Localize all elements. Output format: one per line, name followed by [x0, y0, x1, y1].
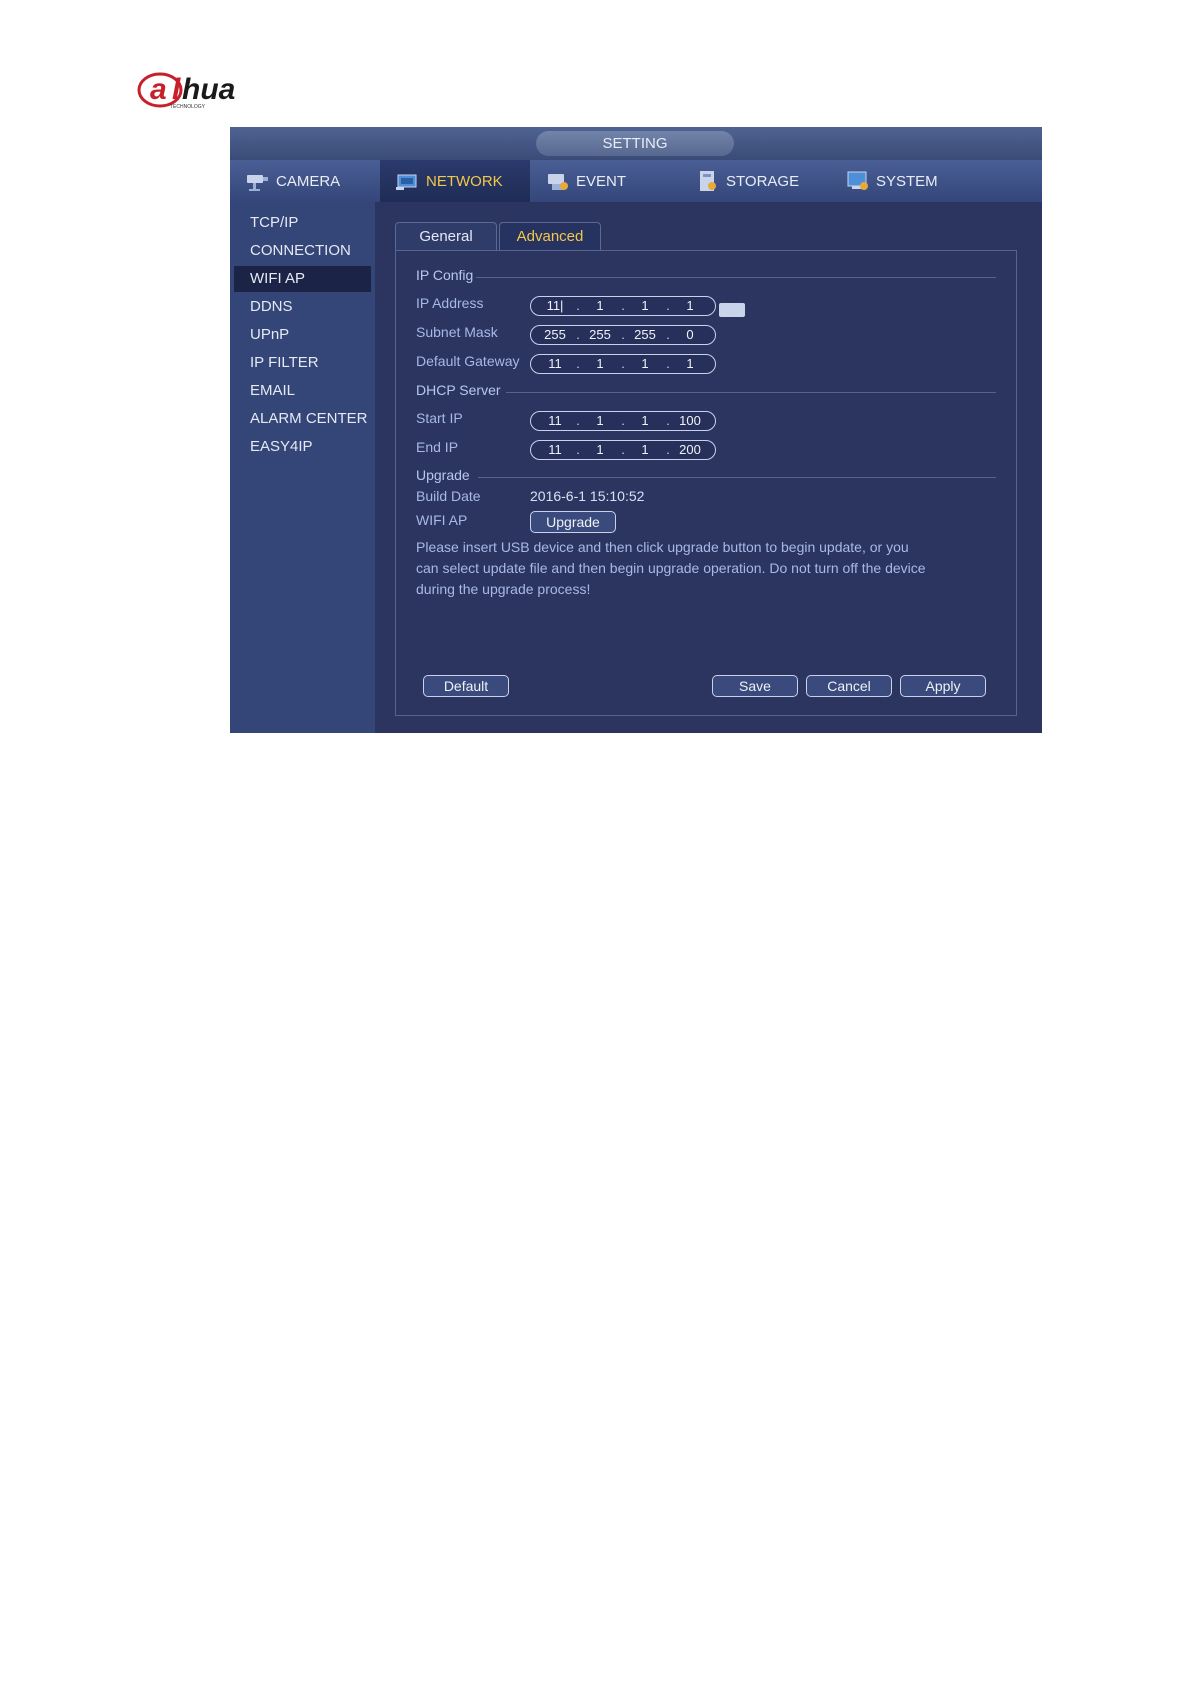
- dhcp-section: DHCP Server: [416, 382, 996, 398]
- sidebar-item-email[interactable]: EMAIL: [230, 378, 375, 404]
- camera-icon: [244, 169, 272, 193]
- svg-text:hua: hua: [182, 73, 235, 106]
- ip-config-section: IP Config: [416, 267, 996, 283]
- tab-system[interactable]: SYSTEM: [830, 160, 980, 202]
- svg-text:TECHNOLOGY: TECHNOLOGY: [170, 104, 206, 110]
- tab-camera-label: CAMERA: [276, 172, 341, 190]
- sidebar-item-ip-filter[interactable]: IP FILTER: [230, 350, 375, 376]
- dahua-logo: a l hua TECHNOLOGY: [136, 68, 258, 112]
- sidebar-item-alarm-center[interactable]: ALARM CENTER: [230, 406, 375, 432]
- subnet-mask-input[interactable]: 255. 255. 255. 0: [530, 325, 716, 345]
- event-icon: [544, 169, 572, 193]
- subnet-mask-label: Subnet Mask: [416, 324, 498, 340]
- ip-octet[interactable]: 11: [540, 442, 570, 457]
- svg-text:a: a: [150, 73, 167, 106]
- default-gateway-label: Default Gateway: [416, 353, 520, 369]
- tab-network[interactable]: NETWORK: [380, 160, 530, 202]
- start-ip-input[interactable]: 11. 1. 1. 100: [530, 411, 716, 431]
- dhcp-heading: DHCP Server: [416, 382, 501, 398]
- ip-octet[interactable]: 1: [675, 298, 705, 313]
- sidebar-item-ddns[interactable]: DDNS: [230, 294, 375, 320]
- ip-octet[interactable]: 1: [585, 356, 615, 371]
- top-nav: CAMERA NETWORK EVENT STORAGE SYSTEM: [230, 160, 1042, 202]
- end-ip-label: End IP: [416, 439, 459, 455]
- wifi-ap-label: WIFI AP: [416, 512, 468, 528]
- ip-octet[interactable]: 1: [630, 356, 660, 371]
- tab-camera[interactable]: CAMERA: [230, 160, 380, 202]
- settings-panel: IP Config IP Address 11|. 1. 1. 1 Subnet…: [395, 250, 1017, 716]
- ip-octet[interactable]: 200: [675, 442, 705, 457]
- sidebar-item-wifi-ap[interactable]: WIFI AP: [234, 266, 371, 292]
- ip-octet[interactable]: 1: [585, 413, 615, 428]
- tab-event[interactable]: EVENT: [530, 160, 680, 202]
- upgrade-heading: Upgrade: [416, 467, 470, 483]
- tab-general[interactable]: General: [395, 222, 497, 251]
- ip-octet[interactable]: 100: [675, 413, 705, 428]
- tab-storage-label: STORAGE: [726, 172, 800, 190]
- ip-octet[interactable]: 11: [540, 356, 570, 371]
- dvr-setting-window: SETTING CAMERA NETWORK EVENT STORAGE SYS…: [230, 127, 1042, 733]
- tab-advanced[interactable]: Advanced: [499, 222, 601, 251]
- ip-octet[interactable]: 1: [675, 356, 705, 371]
- system-icon: [844, 169, 872, 193]
- sidebar-item-easy4ip[interactable]: EASY4IP: [230, 434, 375, 460]
- ip-octet[interactable]: 11: [540, 413, 570, 428]
- content-area: General Advanced IP Config IP Address 11…: [375, 202, 1042, 733]
- ip-octet[interactable]: 1: [630, 298, 660, 313]
- tab-event-label: EVENT: [576, 172, 627, 190]
- ip-octet[interactable]: 1: [585, 442, 615, 457]
- sidebar: TCP/IP CONNECTION WIFI AP DDNS UPnP IP F…: [230, 202, 375, 733]
- sidebar-item-connection[interactable]: CONNECTION: [230, 238, 375, 264]
- default-gateway-input[interactable]: 11. 1. 1. 1: [530, 354, 716, 374]
- tab-network-label: NETWORK: [426, 172, 503, 190]
- divider: [476, 277, 996, 278]
- ip-config-heading: IP Config: [416, 267, 474, 283]
- tab-storage[interactable]: STORAGE: [680, 160, 830, 202]
- upgrade-button[interactable]: Upgrade: [530, 511, 616, 533]
- window-title: SETTING: [536, 131, 734, 156]
- ip-address-label: IP Address: [416, 295, 484, 311]
- end-ip-input[interactable]: 11. 1. 1. 200: [530, 440, 716, 460]
- divider: [506, 392, 996, 393]
- ip-octet[interactable]: 1: [585, 298, 615, 313]
- keyboard-icon[interactable]: [719, 303, 745, 317]
- build-date-label: Build Date: [416, 488, 481, 504]
- upgrade-section: Upgrade: [416, 467, 996, 483]
- storage-icon: [694, 169, 722, 193]
- build-date-value: 2016-6-1 15:10:52: [530, 488, 645, 504]
- tab-system-label: SYSTEM: [876, 172, 938, 190]
- title-bar: SETTING: [230, 127, 1042, 160]
- save-button[interactable]: Save: [712, 675, 798, 697]
- ip-octet[interactable]: 255: [540, 327, 570, 342]
- ip-octet[interactable]: 1: [630, 413, 660, 428]
- ip-octet[interactable]: 255: [630, 327, 660, 342]
- upgrade-notice: Please insert USB device and then click …: [416, 539, 926, 597]
- ip-octet[interactable]: 11|: [540, 298, 570, 313]
- svg-text:l: l: [172, 73, 181, 106]
- apply-button[interactable]: Apply: [900, 675, 986, 697]
- ip-octet[interactable]: 0: [675, 327, 705, 342]
- cancel-button[interactable]: Cancel: [806, 675, 892, 697]
- sidebar-item-upnp[interactable]: UPnP: [230, 322, 375, 348]
- divider: [478, 477, 996, 478]
- default-button[interactable]: Default: [423, 675, 509, 697]
- network-icon: [394, 169, 422, 193]
- ip-address-input[interactable]: 11|. 1. 1. 1: [530, 296, 716, 316]
- ip-octet[interactable]: 1: [630, 442, 660, 457]
- ip-octet[interactable]: 255: [585, 327, 615, 342]
- sidebar-item-tcpip[interactable]: TCP/IP: [230, 210, 375, 236]
- start-ip-label: Start IP: [416, 410, 463, 426]
